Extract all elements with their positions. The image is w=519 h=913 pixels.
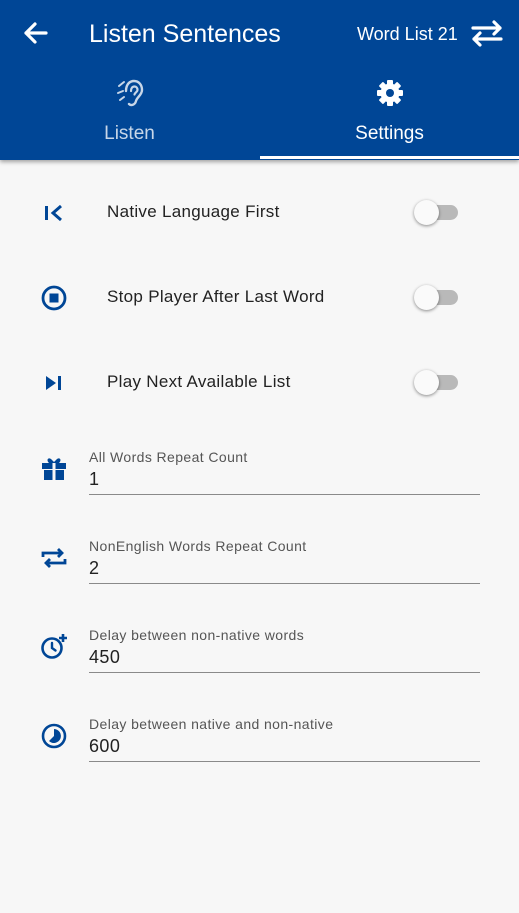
tab-listen[interactable]: Listen <box>0 78 259 160</box>
clock-plus-icon <box>41 634 67 659</box>
delay-non-native-label: Delay between non-native words <box>89 627 305 643</box>
page-title: Listen Sentences <box>89 20 281 48</box>
native-language-first-row: Native Language First <box>0 183 519 243</box>
toggle-thumb <box>414 285 439 310</box>
input-underline <box>89 494 480 495</box>
stop-player-label: Stop Player After Last Word <box>107 287 325 306</box>
skip-to-start-icon <box>45 204 62 222</box>
toggle-thumb <box>414 370 439 395</box>
native-language-first-label: Native Language First <box>107 202 280 221</box>
tab-settings[interactable]: Settings <box>260 78 519 160</box>
delay-native-non-native-field: Delay between native and non-native <box>0 716 519 796</box>
delay-native-non-native-label: Delay between native and non-native <box>89 716 334 732</box>
skip-next-icon <box>46 376 61 390</box>
active-tab-indicator <box>260 156 519 159</box>
input-underline <box>89 761 480 762</box>
toggle-thumb <box>414 200 439 225</box>
all-words-repeat-label: All Words Repeat Count <box>89 449 248 465</box>
play-next-list-label: Play Next Available List <box>107 372 291 391</box>
back-button[interactable] <box>20 19 50 47</box>
app-bar: Listen Sentences Word List 21 Listen Set… <box>0 0 519 160</box>
repeat-icon <box>41 548 67 568</box>
stop-player-row: Stop Player After Last Word <box>0 268 519 328</box>
nonenglish-repeat-label: NonEnglish Words Repeat Count <box>89 538 307 554</box>
tab-listen-label: Listen <box>104 123 155 144</box>
timelapse-icon <box>41 723 67 749</box>
word-list-selector[interactable]: Word List 21 <box>357 22 458 46</box>
all-words-repeat-input[interactable] <box>89 469 469 490</box>
ear-icon <box>116 79 143 107</box>
nonenglish-repeat-field: NonEnglish Words Repeat Count <box>0 538 519 618</box>
nonenglish-repeat-input[interactable] <box>89 558 469 579</box>
input-underline <box>89 672 480 673</box>
play-next-list-row: Play Next Available List <box>0 353 519 413</box>
all-words-repeat-field: All Words Repeat Count <box>0 449 519 529</box>
native-language-first-toggle[interactable] <box>414 198 460 228</box>
swap-button[interactable] <box>470 19 504 47</box>
gift-icon <box>42 458 66 480</box>
tab-settings-label: Settings <box>355 123 424 144</box>
delay-non-native-field: Delay between non-native words <box>0 627 519 707</box>
stop-player-toggle[interactable] <box>414 283 460 313</box>
arrow-left-icon <box>24 22 48 44</box>
delay-non-native-input[interactable] <box>89 647 469 668</box>
gear-icon <box>376 80 403 106</box>
input-underline <box>89 583 480 584</box>
swap-arrows-icon <box>471 20 503 47</box>
delay-native-non-native-input[interactable] <box>89 736 469 757</box>
stop-circle-icon <box>41 285 67 311</box>
play-next-list-toggle[interactable] <box>414 368 460 398</box>
